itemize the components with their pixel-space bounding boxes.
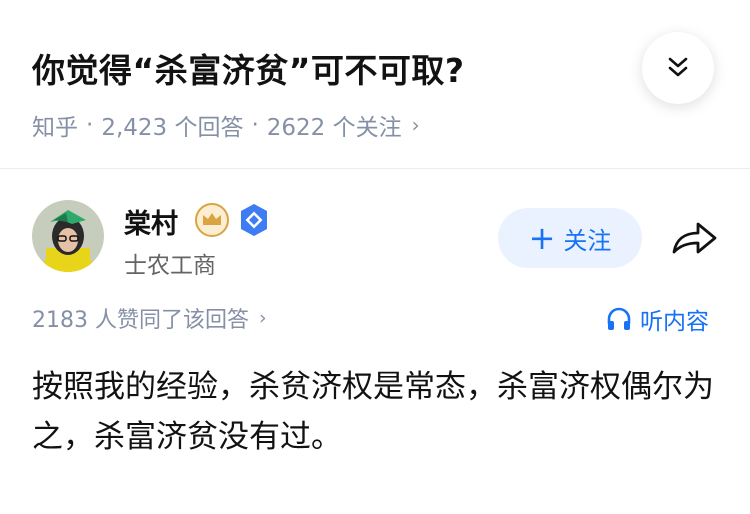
listen-label: 听内容	[640, 309, 709, 335]
question-title[interactable]: 你觉得“杀富济贫”可不可取?	[32, 44, 465, 92]
double-chevron-down-icon	[668, 57, 688, 77]
source-label: 知乎	[32, 115, 78, 141]
meta-separator: ·	[251, 112, 259, 138]
follow-button[interactable]: + 关注	[498, 208, 642, 268]
vote-count-text: 2183 人赞同了该回答	[32, 308, 249, 333]
share-arrow-icon[interactable]	[670, 218, 720, 258]
headphones-icon	[607, 307, 631, 330]
chevron-right-icon: ›	[258, 307, 267, 329]
answer-content[interactable]: 按照我的经验，杀贫济权是常态，杀富济权偶尔为之，杀富济贫没有过。	[32, 362, 722, 462]
listen-button[interactable]: 听内容	[606, 302, 709, 336]
meta-separator: ·	[86, 112, 94, 138]
author-name[interactable]: 棠村	[124, 202, 178, 241]
plus-icon: +	[528, 219, 556, 257]
avatar[interactable]	[32, 200, 104, 272]
vote-summary[interactable]: 2183 人赞同了该回答 ›	[32, 302, 267, 334]
crown-badge-icon[interactable]	[194, 202, 230, 238]
followers-count: 2622 个关注	[266, 115, 402, 141]
author-bio: 士农工商	[124, 253, 216, 279]
answers-count: 2,423 个回答	[101, 115, 244, 141]
chevron-right-icon: ›	[411, 113, 420, 137]
follow-label: 关注	[563, 226, 612, 255]
collapse-button[interactable]	[642, 32, 714, 104]
question-meta[interactable]: 知乎 · 2,423 个回答 · 2622 个关注 ›	[32, 108, 420, 142]
verified-badge-icon[interactable]	[236, 202, 272, 238]
divider	[0, 168, 750, 169]
